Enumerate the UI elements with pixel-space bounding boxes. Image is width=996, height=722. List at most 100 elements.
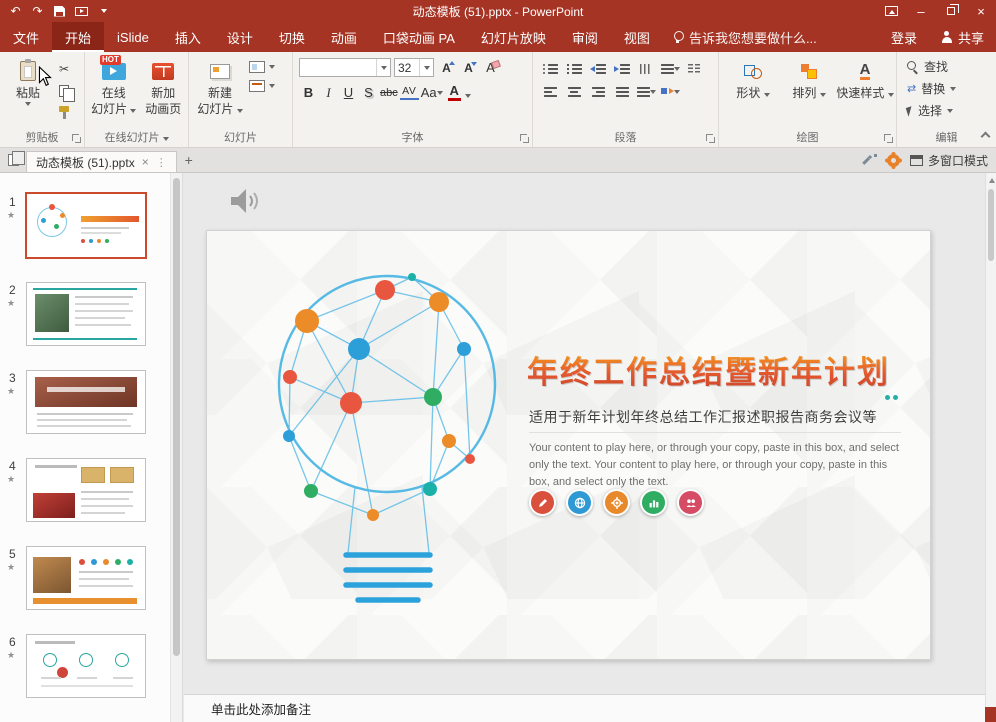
- scroll-up-arrow-icon[interactable]: [989, 178, 995, 183]
- notes-pane[interactable]: 单击此处添加备注: [184, 694, 985, 722]
- new-tab-button[interactable]: +: [177, 148, 201, 172]
- tab-design[interactable]: 设计: [214, 22, 266, 52]
- ribbon-display-options-button[interactable]: [876, 0, 906, 22]
- bar-chart-icon[interactable]: [640, 489, 667, 516]
- tab-insert[interactable]: 插入: [162, 22, 214, 52]
- tab-home[interactable]: 开始: [52, 22, 104, 52]
- save-button[interactable]: [49, 1, 70, 21]
- gear-icon[interactable]: [603, 489, 630, 516]
- copy-button[interactable]: [53, 81, 75, 100]
- align-left-button[interactable]: [539, 82, 561, 101]
- tab-slideshow[interactable]: 幻灯片放映: [468, 22, 559, 52]
- clear-formatting-button[interactable]: A: [481, 58, 500, 77]
- restore-button[interactable]: [936, 0, 966, 22]
- paragraph-dialog-launcher[interactable]: [706, 134, 715, 143]
- cut-button[interactable]: ✂: [53, 59, 75, 78]
- thumbnail-scrollbar-thumb[interactable]: [173, 178, 180, 656]
- slide-canvas[interactable]: 年终工作总结暨新年计划 适用于新年计划年终总结工作汇报述职报告商务会议等 You…: [206, 230, 931, 660]
- tab-view[interactable]: 视图: [611, 22, 663, 52]
- document-tab-active[interactable]: 动态模板 (51).pptx × ⋮: [26, 151, 177, 172]
- slide-thumbnail[interactable]: [26, 546, 146, 610]
- numbering-button[interactable]: [563, 59, 585, 78]
- close-tab-icon[interactable]: ×: [142, 155, 149, 169]
- close-button[interactable]: ×: [966, 0, 996, 22]
- slide-thumbnail[interactable]: [26, 370, 146, 434]
- people-icon[interactable]: [677, 489, 704, 516]
- new-animation-page-button[interactable]: 新加 动画页: [141, 55, 187, 131]
- bold-button[interactable]: B: [299, 83, 318, 102]
- globe-icon[interactable]: [566, 489, 593, 516]
- pen-icon[interactable]: [529, 489, 556, 516]
- slide-thumbnail[interactable]: [26, 458, 146, 522]
- gear-icon[interactable]: [887, 154, 900, 167]
- tab-transitions[interactable]: 切换: [266, 22, 318, 52]
- align-center-button[interactable]: [563, 82, 585, 101]
- new-slide-button[interactable]: 新建 幻灯片: [197, 55, 243, 131]
- slide-title[interactable]: 年终工作总结暨新年计划: [527, 347, 890, 392]
- font-size-input[interactable]: [395, 59, 419, 76]
- slide-thumbnail[interactable]: [26, 634, 146, 698]
- strikethrough-button[interactable]: abc: [379, 83, 399, 102]
- tab-list-button[interactable]: [0, 148, 26, 172]
- convert-smartart-button[interactable]: [659, 82, 681, 101]
- slide-thumbnail[interactable]: [26, 282, 146, 346]
- shapes-button[interactable]: 形状: [727, 55, 779, 131]
- change-case-button[interactable]: Aa: [420, 83, 444, 102]
- line-spacing-button[interactable]: [659, 59, 681, 78]
- share-button[interactable]: 共享: [929, 22, 996, 52]
- columns-button[interactable]: [683, 59, 705, 78]
- increase-indent-button[interactable]: [611, 59, 633, 78]
- decrease-indent-button[interactable]: [587, 59, 609, 78]
- multi-window-mode-button[interactable]: 多窗口模式: [910, 152, 988, 169]
- slide-thumbnail-selected[interactable]: [25, 192, 147, 259]
- sign-in-button[interactable]: 登录: [879, 22, 929, 52]
- tell-me-box[interactable]: 告诉我您想要做什么...: [663, 22, 827, 52]
- font-size-combo[interactable]: [394, 58, 434, 77]
- start-slideshow-button[interactable]: [71, 1, 92, 21]
- tab-review[interactable]: 审阅: [559, 22, 611, 52]
- main-scrollbar-thumb[interactable]: [988, 189, 994, 261]
- font-color-button[interactable]: A: [445, 83, 464, 102]
- customize-qat-button[interactable]: [93, 1, 114, 21]
- slide-body-text[interactable]: Your content to play here, or through yo…: [529, 440, 903, 491]
- thumbnail-scrollbar[interactable]: [170, 173, 183, 722]
- select-button[interactable]: 选择: [907, 101, 996, 120]
- tab-pocket-animation[interactable]: 口袋动画 PA: [370, 22, 468, 52]
- italic-button[interactable]: I: [319, 83, 338, 102]
- replace-button[interactable]: ⇄ 替换: [907, 79, 996, 98]
- undo-button[interactable]: ↶: [5, 1, 26, 21]
- clipboard-dialog-launcher[interactable]: [72, 134, 81, 143]
- slide-subtitle[interactable]: 适用于新年计划年终总结工作汇报述职报告商务会议等: [529, 407, 877, 427]
- character-spacing-button[interactable]: AV: [400, 85, 419, 100]
- audio-speaker-object[interactable]: [229, 187, 261, 215]
- arrange-button[interactable]: 排列: [783, 55, 835, 131]
- font-dialog-launcher[interactable]: [520, 134, 529, 143]
- tab-menu-icon[interactable]: ⋮: [156, 156, 167, 169]
- justify-button[interactable]: [611, 82, 633, 101]
- bullets-button[interactable]: [539, 59, 561, 78]
- reset-button[interactable]: [249, 80, 275, 92]
- format-painter-button[interactable]: [53, 103, 75, 122]
- distribute-button[interactable]: [635, 82, 657, 101]
- font-name-input[interactable]: [300, 59, 376, 76]
- font-name-combo[interactable]: [299, 58, 391, 77]
- redo-button[interactable]: ↷: [27, 1, 48, 21]
- underline-button[interactable]: U: [339, 83, 358, 102]
- paste-button[interactable]: 粘贴: [5, 55, 51, 131]
- text-shadow-button[interactable]: S: [359, 83, 378, 102]
- main-scrollbar[interactable]: [985, 173, 996, 722]
- find-button[interactable]: 查找: [907, 57, 996, 76]
- tab-animations[interactable]: 动画: [318, 22, 370, 52]
- quick-styles-button[interactable]: A 快速样式: [839, 55, 891, 131]
- minimize-button[interactable]: –: [906, 0, 936, 22]
- tab-islide[interactable]: iSlide: [104, 22, 162, 52]
- align-right-button[interactable]: [587, 82, 609, 101]
- magic-wand-icon[interactable]: [864, 154, 877, 167]
- tab-file[interactable]: 文件: [0, 22, 52, 52]
- drawing-dialog-launcher[interactable]: [884, 134, 893, 143]
- decrease-font-button[interactable]: A: [459, 58, 478, 77]
- layout-button[interactable]: [249, 61, 275, 73]
- online-slides-button[interactable]: HOT 在线 幻灯片: [91, 55, 137, 131]
- increase-font-button[interactable]: A: [437, 58, 456, 77]
- text-direction-button[interactable]: [635, 59, 657, 78]
